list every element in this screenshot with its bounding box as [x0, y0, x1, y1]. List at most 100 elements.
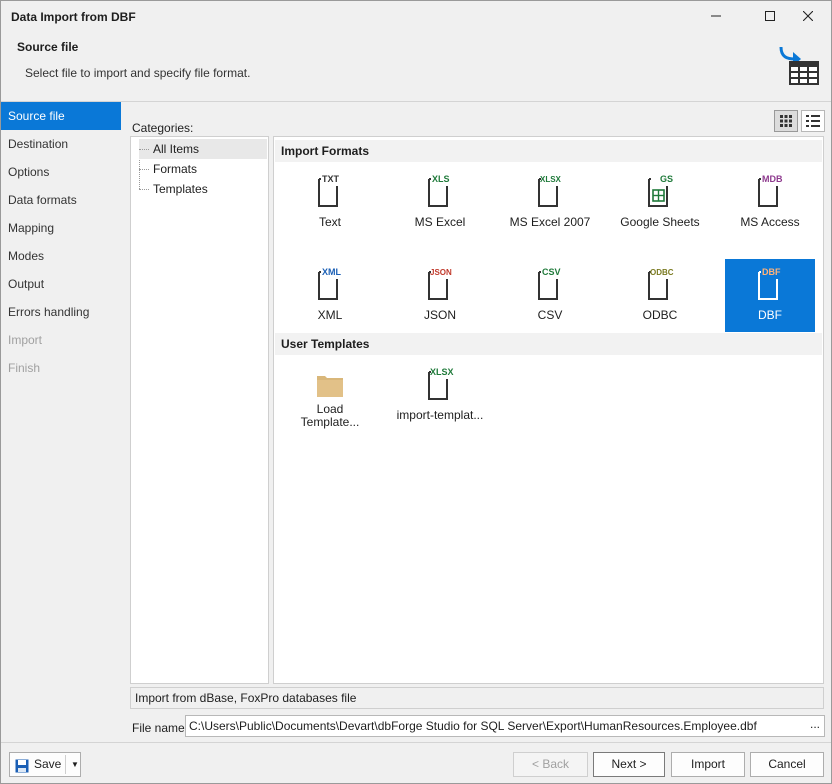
tile-caption: MS Excel 2007	[509, 215, 591, 229]
nav-item-source-file[interactable]: Source file	[1, 102, 121, 130]
xlsx-file-icon: XLSX	[534, 173, 566, 207]
tile-format-text[interactable]: TXT Text	[285, 166, 375, 239]
xlsx-file-icon: XLSX	[424, 366, 456, 400]
gs-file-icon: GS	[644, 173, 676, 207]
tile-caption: ODBC	[642, 308, 678, 322]
tile-format-dbf[interactable]: DBF DBF	[725, 259, 815, 332]
tile-caption: MS Access	[740, 215, 800, 229]
list-view-button[interactable]	[801, 110, 825, 132]
tile-caption: Google Sheets	[620, 215, 700, 229]
save-label: Save	[34, 757, 62, 771]
grid-view-button[interactable]	[774, 110, 798, 132]
json-file-icon: JSON	[424, 266, 456, 300]
nav-item-destination[interactable]: Destination	[1, 130, 121, 158]
browse-button[interactable]: ...	[810, 717, 820, 731]
nav-item-mapping[interactable]: Mapping	[1, 214, 121, 242]
wizard-header: Source file Select file to import and sp…	[1, 31, 831, 101]
tile-format-ms-access[interactable]: MDB MS Access	[725, 166, 815, 239]
split-divider	[65, 755, 66, 774]
folder-icon	[314, 366, 346, 400]
nav-item-modes[interactable]: Modes	[1, 242, 121, 270]
tree-connector	[139, 149, 149, 150]
tile-caption: Text	[318, 215, 341, 229]
svg-text:DBF: DBF	[762, 267, 781, 277]
tile-caption: Template...	[300, 415, 360, 429]
tile-format-google-sheets[interactable]: GS Google Sheets	[615, 166, 705, 239]
svg-text:MDB: MDB	[762, 174, 783, 184]
window-title: Data Import from DBF	[11, 10, 136, 24]
tree-connector	[139, 169, 149, 170]
svg-text:XLSX: XLSX	[540, 175, 562, 184]
tile-format-odbc[interactable]: ODBC ODBC	[615, 259, 705, 332]
file-name-field: ...	[185, 715, 825, 737]
close-icon	[803, 11, 813, 21]
tile-format-ms-excel[interactable]: XLS MS Excel	[395, 166, 485, 239]
import-button[interactable]: Import	[671, 752, 745, 777]
list-view-icon	[806, 115, 820, 127]
import-wizard-window: Data Import from DBF Source file Select …	[0, 0, 832, 784]
main-panel: Categories: All Items Formats Templates …	[121, 102, 831, 742]
tile-caption: JSON	[423, 308, 456, 322]
tile-import-template[interactable]: XLSX import-templat...	[395, 359, 485, 432]
tile-load-template[interactable]: Load Template...	[285, 359, 375, 432]
txt-file-icon: TXT	[314, 173, 346, 207]
svg-text:JSON: JSON	[430, 268, 452, 277]
minimize-icon	[711, 15, 721, 17]
minimize-button[interactable]	[693, 1, 739, 31]
page-subtitle: Select file to import and specify file f…	[25, 66, 251, 80]
tile-format-json[interactable]: JSON JSON	[395, 259, 485, 332]
save-button[interactable]: Save ▼	[9, 752, 81, 777]
csv-file-icon: CSV	[534, 266, 566, 300]
mdb-file-icon: MDB	[754, 173, 786, 207]
tree-item-label: All Items	[153, 142, 200, 156]
footer-divider	[1, 742, 831, 743]
tree-connector	[139, 189, 149, 190]
cancel-button[interactable]: Cancel	[750, 752, 824, 777]
nav-item-finish: Finish	[8, 361, 41, 375]
tile-caption: MS Excel	[414, 215, 466, 229]
tree-item-all-items[interactable]: All Items	[139, 139, 267, 159]
dropdown-arrow-icon[interactable]: ▼	[71, 753, 79, 776]
tree-item-formats[interactable]: Formats	[139, 159, 267, 179]
tile-caption: DBF	[758, 308, 782, 322]
xls-file-icon: XLS	[424, 173, 456, 207]
tile-format-xml[interactable]: XML XML	[285, 259, 375, 332]
close-button[interactable]	[785, 1, 831, 31]
categories-label: Categories:	[132, 121, 194, 135]
svg-text:CSV: CSV	[542, 267, 561, 277]
import-formats-header: Import Formats	[275, 140, 822, 162]
import-table-icon	[775, 43, 821, 90]
tree-item-label: Formats	[153, 162, 198, 176]
page-title: Source file	[17, 40, 79, 54]
file-name-input[interactable]	[189, 718, 794, 734]
svg-text:TXT: TXT	[322, 174, 340, 184]
nav-item-errors-handling[interactable]: Errors handling	[1, 298, 121, 326]
dbf-file-icon: DBF	[754, 266, 786, 300]
tile-caption: CSV	[537, 308, 563, 322]
odbc-file-icon: ODBC	[644, 266, 676, 300]
svg-text:XLSX: XLSX	[430, 367, 454, 377]
tree-item-templates[interactable]: Templates	[139, 179, 267, 199]
next-button[interactable]: Next >	[593, 752, 665, 777]
nav-item-options[interactable]: Options	[1, 158, 121, 186]
formats-gallery: Import Formats TXT Text XLS MS Excel XLSX MS …	[273, 136, 824, 684]
nav-item-output[interactable]: Output	[1, 270, 121, 298]
file-name-label: File name:	[132, 721, 189, 735]
tree-item-label: Templates	[153, 182, 208, 196]
nav-item-data-formats[interactable]: Data formats	[1, 186, 121, 214]
tile-format-ms-excel-2007[interactable]: XLSX MS Excel 2007	[505, 166, 595, 239]
svg-text:XML: XML	[322, 267, 342, 277]
title-bar: Data Import from DBF	[1, 1, 831, 31]
tile-format-csv[interactable]: CSV CSV	[505, 259, 595, 332]
xml-file-icon: XML	[314, 266, 346, 300]
tile-caption: import-templat...	[396, 408, 484, 422]
nav-item-import: Import	[8, 333, 43, 347]
wizard-steps-nav: Source file Destination Options Data for…	[1, 102, 121, 742]
user-templates-header: User Templates	[275, 333, 822, 355]
svg-text:ODBC: ODBC	[650, 268, 674, 277]
svg-text:XLS: XLS	[432, 174, 450, 184]
floppy-disk-icon	[15, 758, 29, 781]
back-button: < Back	[513, 752, 588, 777]
maximize-icon	[765, 11, 775, 21]
categories-tree: All Items Formats Templates	[130, 136, 269, 684]
